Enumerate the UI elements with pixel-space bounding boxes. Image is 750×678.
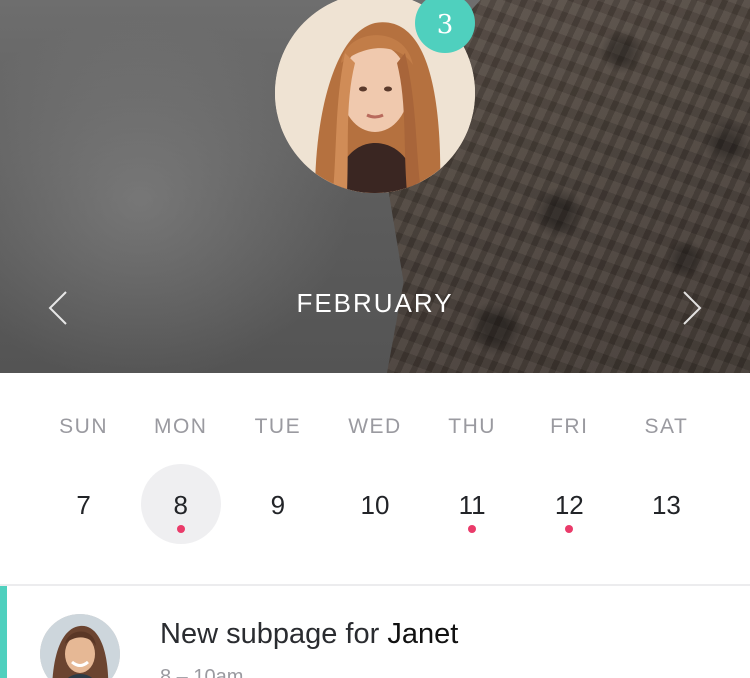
day-number: 13 (651, 490, 681, 520)
event-time: 8 – 10am (160, 666, 244, 678)
day-cell[interactable]: 11 (424, 462, 521, 546)
day-cell[interactable]: 8 (132, 462, 229, 546)
weekday-label: MON (153, 415, 208, 438)
week-days-row: 7 8 9 10 11 12 13 (35, 462, 715, 546)
weekday-label: TUE (254, 415, 302, 438)
event-title-prefix: New subpage for (160, 618, 380, 650)
day-number: 8 (173, 490, 188, 520)
weekday-label: SUN (59, 415, 108, 438)
event-title-name: Janet (387, 618, 459, 650)
notification-badge[interactable]: 3 (415, 0, 475, 53)
event-avatar (40, 614, 120, 678)
day-cell[interactable]: 9 (229, 462, 326, 546)
day-cell[interactable]: 10 (326, 462, 423, 546)
next-month-button[interactable] (674, 288, 710, 328)
day-cell[interactable]: 12 (521, 462, 618, 546)
day-number: 12 (554, 490, 584, 520)
weekday-label: WED (348, 415, 402, 438)
day-number: 10 (360, 490, 390, 520)
day-cell[interactable]: 13 (618, 462, 715, 546)
month-title: FEBRUARY (296, 288, 454, 318)
weekday-label: FRI (550, 415, 589, 438)
day-number: 11 (458, 490, 486, 520)
day-number: 9 (270, 490, 286, 520)
day-number: 7 (76, 490, 91, 520)
weekday-label: SAT (644, 415, 689, 438)
profile-avatar-container[interactable]: 3 (275, 0, 475, 193)
event-accent-bar (0, 586, 7, 678)
weekday-header-row: SUN MON TUE WED THU FRI SAT (35, 415, 715, 439)
event-list-item[interactable]: New subpage for Janet 8 – 10am (0, 586, 750, 678)
header-cover: 3 FEBRUARY (0, 0, 750, 373)
event-title: New subpage for Janet (160, 618, 458, 651)
chevron-right-icon (683, 291, 702, 325)
user-photo-icon (40, 614, 120, 678)
weekday-label: THU (448, 415, 496, 438)
event-indicator-dot (176, 525, 185, 533)
day-cell[interactable]: 7 (35, 462, 132, 546)
